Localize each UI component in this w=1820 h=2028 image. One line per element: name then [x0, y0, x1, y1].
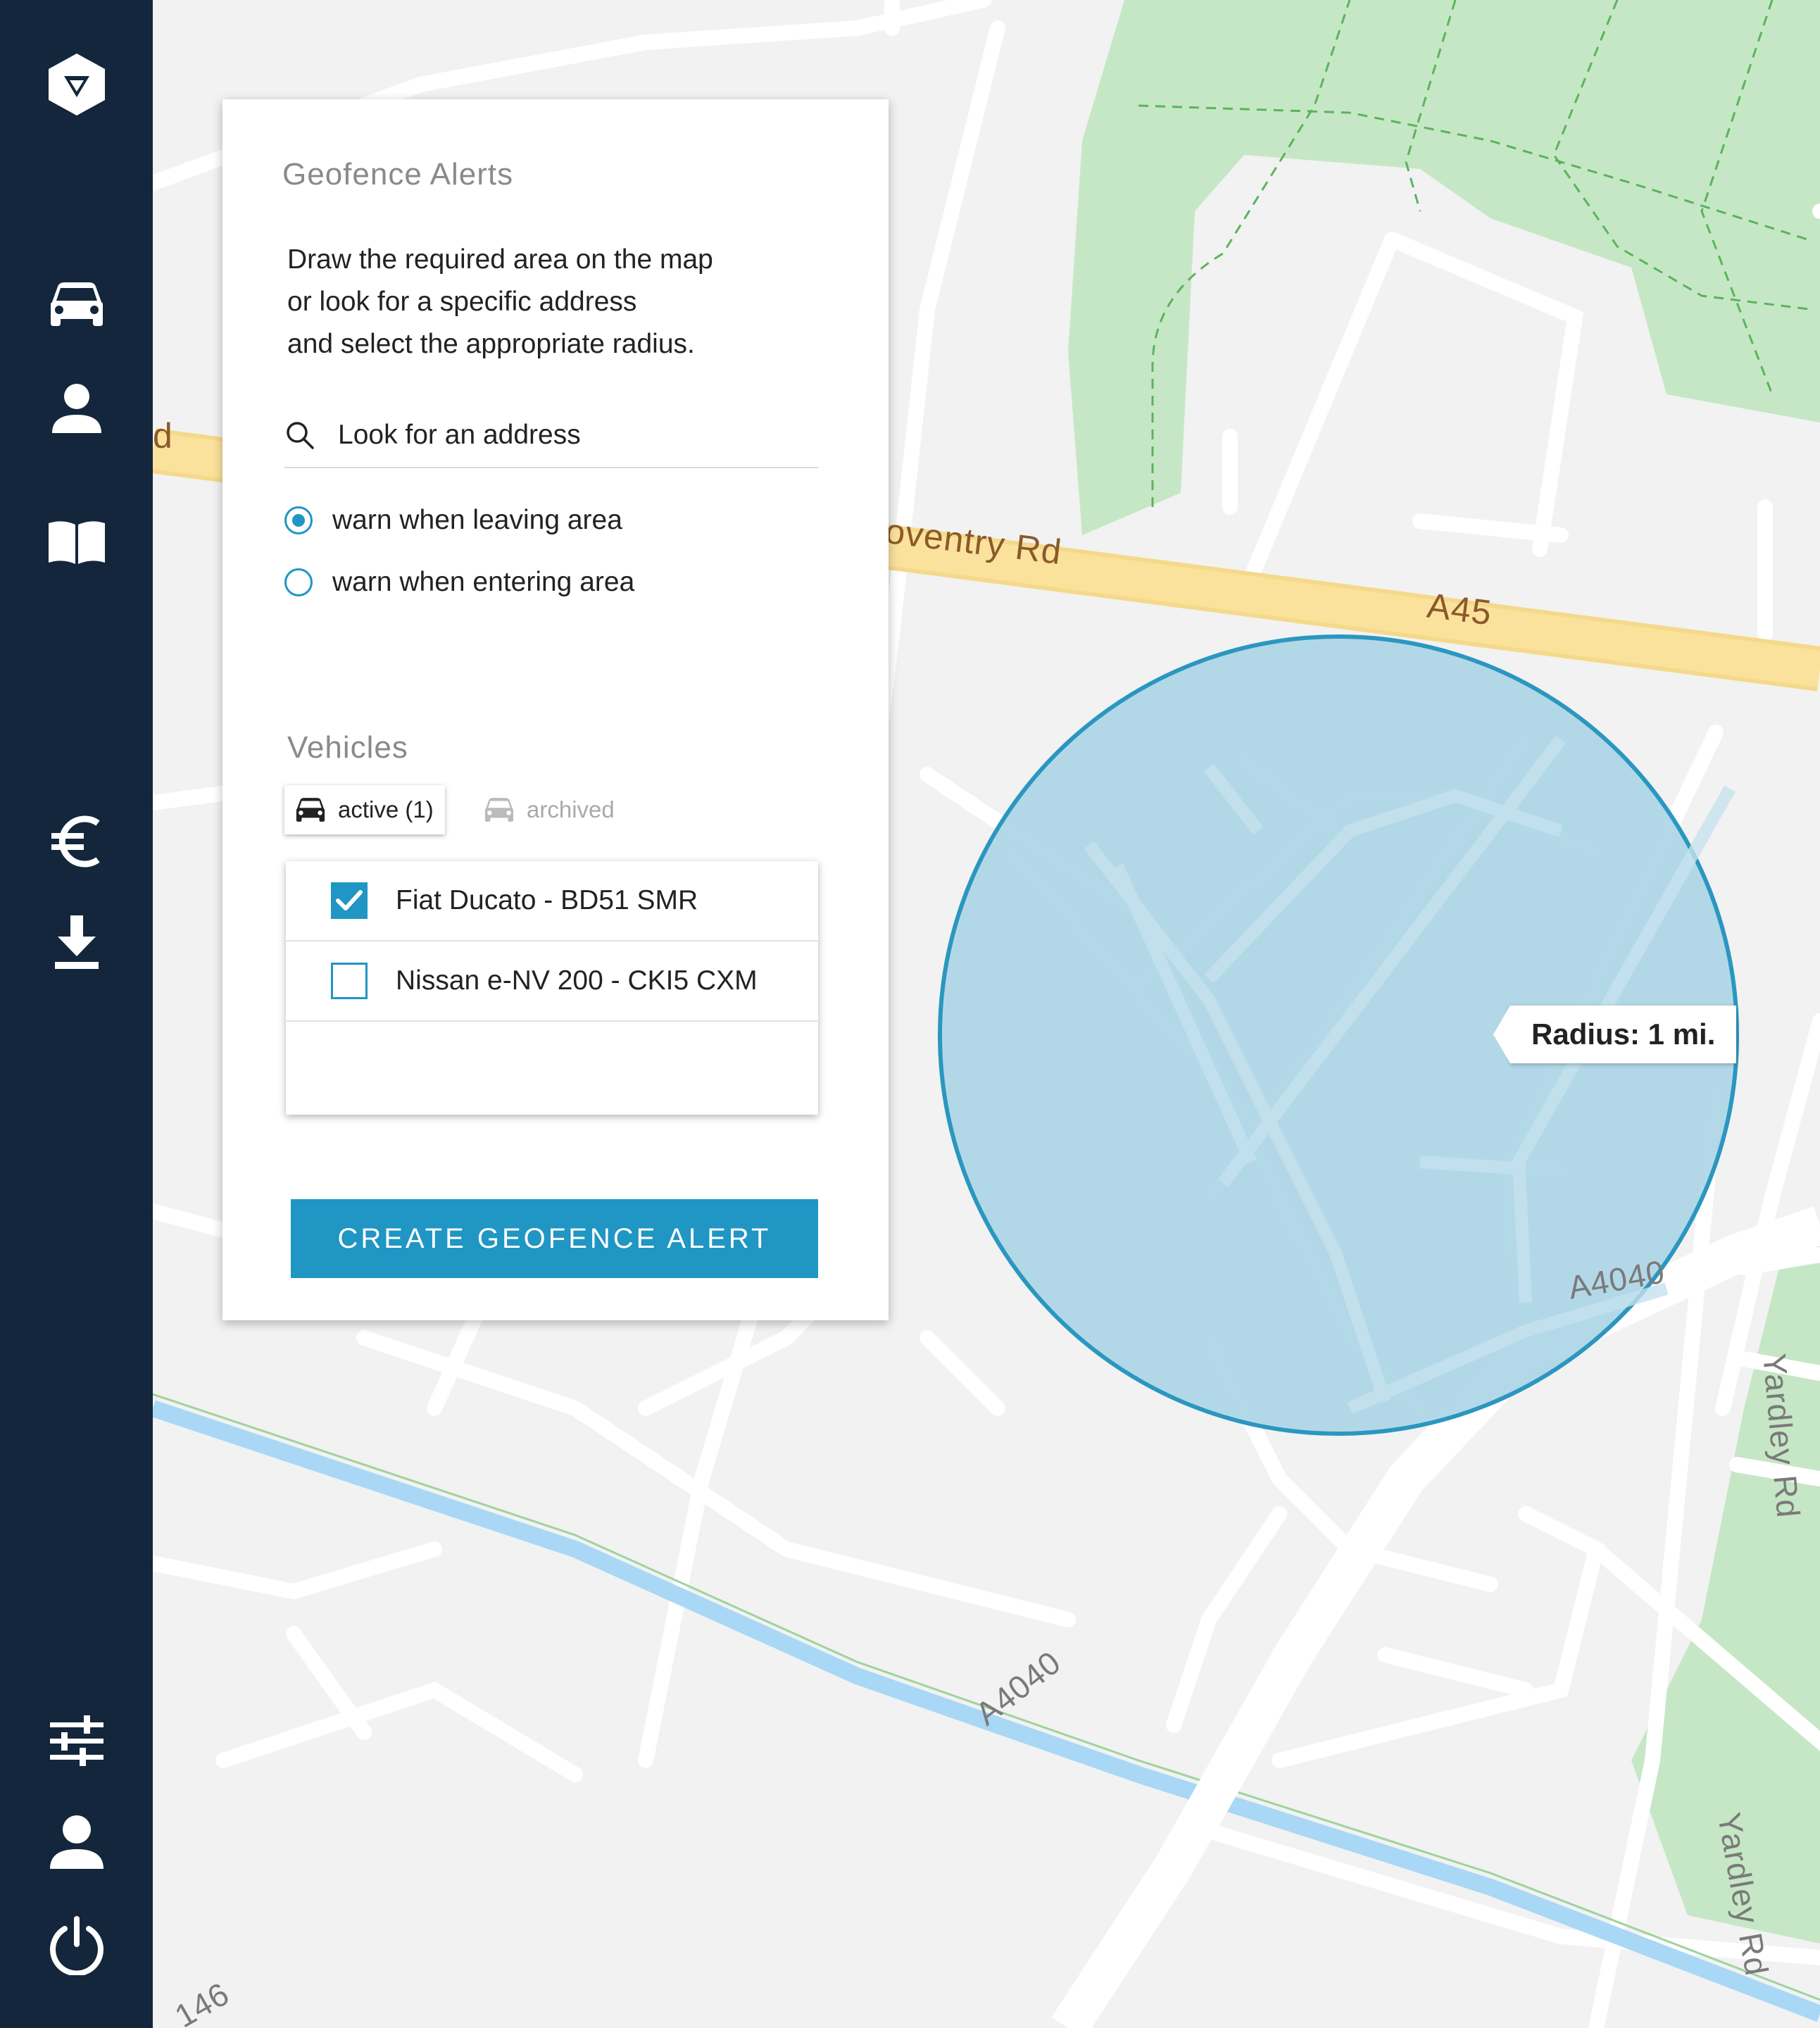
sidebar	[0, 0, 153, 2028]
create-geofence-button[interactable]: CREATE GEOFENCE ALERT	[291, 1199, 818, 1278]
vehicle-label: Nissan e-NV 200 - CKI5 CXM	[396, 965, 758, 996]
account-icon[interactable]	[0, 1813, 153, 1872]
power-icon[interactable]	[0, 1914, 153, 1977]
geofence-panel: Geofence Alerts Draw the required area o…	[222, 99, 889, 1320]
radio-label: warn when entering area	[332, 567, 635, 597]
description-line: or look for a specific address	[287, 287, 637, 317]
road-label-a45: A45	[1424, 585, 1495, 633]
radio-button[interactable]	[284, 568, 313, 596]
vehicles-title: Vehicles	[287, 730, 408, 765]
search-icon	[287, 422, 314, 449]
description-line: and select the appropriate radius.	[287, 329, 695, 359]
vehicle-list: Fiat Ducato - BD51 SMR Nissan e-NV 200 -…	[286, 861, 818, 1115]
list-item[interactable]: Nissan e-NV 200 - CKI5 CXM	[286, 941, 818, 1022]
euro-icon[interactable]	[0, 810, 153, 873]
logo-icon[interactable]	[0, 49, 153, 120]
car-icon[interactable]	[0, 276, 153, 332]
checkbox-checked[interactable]	[331, 882, 368, 919]
checkbox[interactable]	[331, 963, 368, 999]
radio-warn-entering[interactable]: warn when entering area	[284, 567, 634, 598]
car-icon	[484, 798, 514, 822]
tab-label: active (1)	[338, 796, 434, 822]
search-input[interactable]	[337, 419, 797, 451]
panel-description: Draw the required area on the map or loo…	[287, 239, 713, 365]
download-icon[interactable]	[0, 913, 153, 972]
sliders-icon[interactable]	[0, 1711, 153, 1770]
road-label-partial: d	[153, 416, 173, 456]
tab-active[interactable]: active (1)	[284, 785, 445, 834]
address-search[interactable]	[284, 403, 818, 468]
radio-warn-leaving[interactable]: warn when leaving area	[284, 505, 622, 536]
tab-archived[interactable]: archived	[483, 785, 615, 834]
book-icon[interactable]	[0, 514, 153, 570]
vehicle-label: Fiat Ducato - BD51 SMR	[396, 885, 698, 915]
list-item[interactable]: Fiat Ducato - BD51 SMR	[286, 861, 818, 941]
user-icon[interactable]	[0, 380, 153, 437]
tab-label: archived	[527, 796, 615, 822]
description-line: Draw the required area on the map	[287, 244, 713, 275]
panel-title: Geofence Alerts	[282, 157, 514, 192]
radio-button-selected[interactable]	[284, 506, 313, 534]
car-icon	[296, 798, 325, 822]
checkmark-icon	[336, 890, 363, 910]
radius-tooltip: Radius: 1 mi.	[1493, 1006, 1737, 1063]
radio-label: warn when leaving area	[332, 505, 622, 535]
